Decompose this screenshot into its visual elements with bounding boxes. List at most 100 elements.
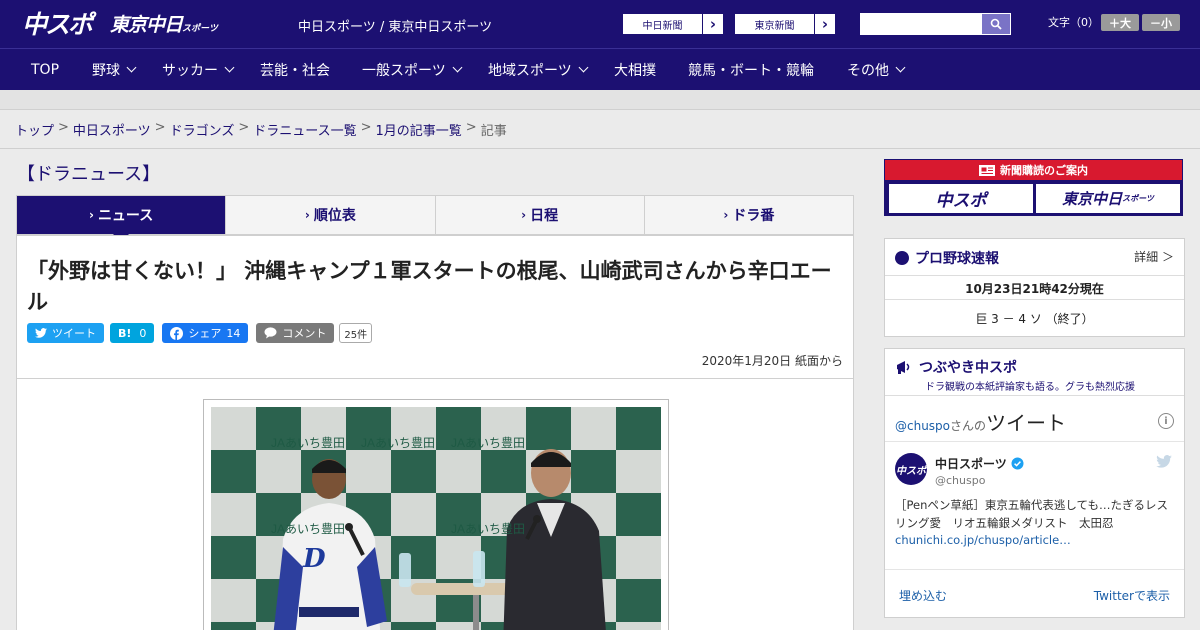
facebook-share-button[interactable]: シェア 14 — [162, 323, 249, 343]
tweet-account-handle[interactable]: @chuspo — [935, 474, 985, 487]
font-size-label: 文字（0） — [1048, 16, 1099, 29]
article-dateline: 2020年1月20日 紙面から — [701, 354, 843, 368]
subscription-ad-title: 新聞購読のご案内 — [885, 160, 1182, 180]
nav-label: TOP — [31, 61, 60, 78]
breadcrumb-dra-news-list[interactable]: ドラニュース一覧 — [253, 120, 356, 139]
nav-item-general-sports[interactable]: 一般スポーツ — [362, 60, 463, 80]
search-button[interactable] — [982, 14, 1010, 34]
photo-banner-text: JAあいち豊田 — [451, 522, 525, 536]
verified-badge-icon — [1011, 457, 1024, 470]
nav-label: 大相撲 — [614, 62, 656, 79]
nav-item-racing[interactable]: 競馬・ボート・競輪 — [688, 60, 814, 80]
nav-label: その他 — [847, 62, 889, 79]
nav-item-top[interactable]: TOP — [31, 62, 59, 78]
baseball-detail-link[interactable]: 詳細 ＞ — [1134, 248, 1174, 265]
photo-banner-text: JAあいち豊田 — [361, 436, 435, 450]
pro-baseball-header: プロ野球速報 — [895, 248, 999, 268]
tweet-button[interactable]: ツイート — [27, 323, 104, 343]
nav-label: 地域スポーツ — [488, 62, 572, 79]
tokyo-logo-sub: スポーツ — [182, 24, 218, 34]
chunichi-shimbun-button[interactable]: 中日新聞 › — [622, 13, 724, 35]
tab-standings[interactable]: › 順位表 — [226, 196, 436, 234]
widget-divider — [885, 299, 1184, 300]
info-icon[interactable]: i — [1158, 413, 1174, 429]
nav-item-local-sports[interactable]: 地域スポーツ — [488, 60, 589, 80]
nav-label: サッカー — [162, 62, 218, 79]
chuspo-logo[interactable]: 中スポ — [22, 5, 93, 41]
breadcrumb-top[interactable]: トップ — [15, 120, 54, 139]
breadcrumb-current: 記事 — [480, 124, 507, 139]
tokyo-chunichi-subscribe-logo[interactable]: 東京中日 スポーツ — [1036, 184, 1180, 213]
svg-text:D: D — [302, 544, 326, 574]
subscription-ad-label: 新聞購読のご案内 — [1000, 164, 1088, 177]
breadcrumb-january-articles[interactable]: 1月の記事一覧 — [376, 120, 462, 139]
tab-label: 順位表 — [313, 208, 356, 224]
tab-schedule[interactable]: › 日程 — [436, 196, 645, 234]
tweet-widget-title: つぶやき中スポ — [919, 360, 1017, 376]
breadcrumb: トップ > 中日スポーツ > ドラゴンズ > ドラニュース一覧 > 1月の記事一覧 > 記… — [15, 120, 507, 139]
tab-label: ニュース — [97, 208, 154, 224]
nav-item-baseball[interactable]: 野球 — [92, 60, 137, 80]
breadcrumb-separator: > — [465, 120, 477, 135]
tokyo-shimbun-label: 東京新聞 — [735, 14, 815, 34]
article-divider — [17, 378, 853, 379]
tokyo-subscribe-sub: スポーツ — [1122, 194, 1154, 203]
tweet-link[interactable]: chunichi.co.jp/chuspo/article… — [895, 533, 1071, 547]
tokyo-subscribe-text: 東京中日 — [1062, 190, 1123, 208]
facebook-icon — [170, 326, 184, 340]
tweet-widget: つぶやき中スポ ドラ観戦の本紙評論家も語る。グラも熱烈応援 @chuspo さん… — [884, 348, 1185, 618]
comment-count[interactable]: 25件 — [339, 323, 373, 343]
baseball-timestamp: 10月23日21時42分現在 — [965, 282, 1104, 296]
twitter-bird-icon[interactable] — [1156, 455, 1172, 468]
chevron-down-icon — [452, 62, 463, 73]
baseball-score[interactable]: 巨 3 － 4 ソ （終了） — [885, 310, 1184, 327]
pro-baseball-title: プロ野球速報 — [915, 251, 999, 267]
article-headline: 「外野は甘くない！」 沖縄キャンプ１軍スタートの根尾、山崎武司さんから辛口エール — [27, 259, 832, 314]
nav-item-soccer[interactable]: サッカー — [162, 60, 235, 80]
photo-banner-text: JAあいち豊田 — [451, 436, 525, 450]
article-photo[interactable]: D JAあいち豊田 JAあいち豊田 JAあいち豊田 JAあいち豊田 JAあいち豊… — [211, 407, 661, 630]
tokyo-shimbun-button[interactable]: 東京新聞 › — [734, 13, 836, 35]
nav-item-sumo[interactable]: 大相撲 — [614, 60, 656, 80]
tab-label: 日程 — [530, 208, 559, 224]
breadcrumb-separator: > — [58, 120, 69, 135]
baseball-icon — [895, 251, 909, 265]
section-tabs: › ニュース › 順位表 › 日程 › ドラ番 — [16, 195, 854, 242]
section-title: 【ドラニュース】 — [17, 164, 161, 185]
chunichi-shimbun-label: 中日新聞 — [623, 14, 703, 34]
twitter-handle-link[interactable]: @chuspo — [895, 419, 950, 433]
breadcrumb-separator: > — [238, 120, 250, 135]
font-larger-button[interactable]: ＋大 — [1101, 14, 1139, 31]
breadcrumb-dragons[interactable]: ドラゴンズ — [170, 120, 235, 139]
nav-item-other[interactable]: その他 — [847, 60, 906, 80]
hatena-icon: B! — [118, 326, 132, 340]
view-on-twitter-link[interactable]: Twitterで表示 — [1094, 587, 1170, 604]
tokyo-logo-text: 東京中日 — [110, 14, 183, 36]
newspaper-icon — [979, 164, 995, 176]
tokyo-chunichi-logo[interactable]: 東京中日スポーツ — [110, 10, 218, 37]
subscription-ad[interactable]: 新聞購読のご案内 中スポ 東京中日 スポーツ — [884, 159, 1183, 216]
chevron-down-icon — [578, 62, 589, 73]
tab-news[interactable]: › ニュース — [17, 196, 227, 242]
site-name[interactable]: 中日スポーツ / 東京中日スポーツ — [298, 16, 492, 35]
font-smaller-button[interactable]: －小 — [1142, 14, 1180, 31]
article: 「外野は甘くない！」 沖縄キャンプ１軍スタートの根尾、山崎武司さんから辛口エール… — [16, 235, 854, 630]
chevron-down-icon — [126, 62, 137, 73]
embed-link[interactable]: 埋め込む — [899, 587, 947, 604]
breadcrumb-chunichi-sports[interactable]: 中日スポーツ — [73, 120, 151, 139]
handle-suffix: さんの — [950, 419, 987, 433]
chevron-down-icon — [895, 62, 906, 73]
hatena-bookmark-button[interactable]: B! 0 — [110, 323, 155, 343]
share-label: シェア — [188, 327, 222, 340]
hatena-count: 0 — [139, 326, 147, 340]
search-input[interactable] — [861, 14, 982, 34]
article-photo-frame: D JAあいち豊田 JAあいち豊田 JAあいち豊田 JAあいち豊田 JAあいち豊… — [203, 399, 669, 630]
comment-button[interactable]: コメント — [256, 323, 335, 343]
chuspo-subscribe-logo[interactable]: 中スポ — [889, 184, 1033, 213]
breadcrumb-divider — [0, 148, 1200, 149]
tab-dra-ban[interactable]: › ドラ番 — [645, 196, 853, 234]
tweet-account-name[interactable]: 中日スポーツ — [935, 455, 1007, 472]
nav-item-entertainment[interactable]: 芸能・社会 — [260, 60, 330, 80]
avatar[interactable]: 中スポ — [895, 453, 927, 485]
photo-banner-text: JAあいち豊田 — [271, 436, 345, 450]
